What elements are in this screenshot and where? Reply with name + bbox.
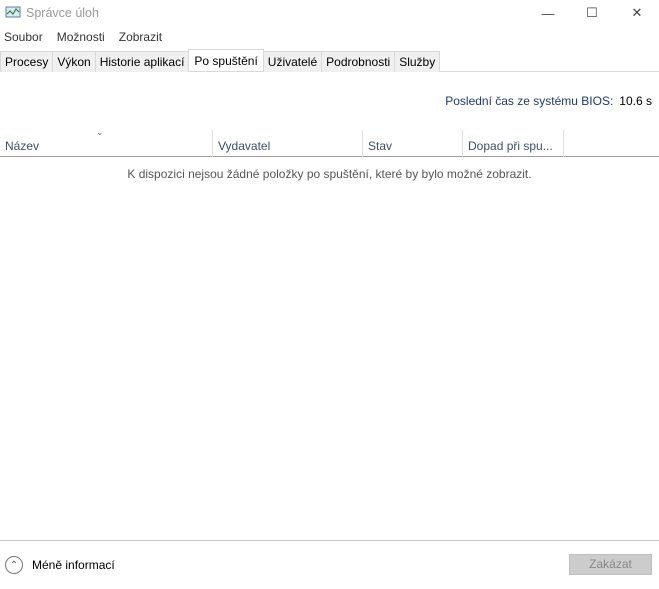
close-button[interactable]: ✕ bbox=[614, 0, 659, 26]
chevron-up-icon: ⌃ bbox=[5, 556, 23, 574]
table-header: ⌄ Název Vydavatel Stav Dopad při spu... bbox=[0, 127, 659, 157]
tab-app-history[interactable]: Historie aplikací bbox=[94, 51, 190, 72]
maximize-button[interactable]: ☐ bbox=[569, 0, 615, 26]
minimize-button[interactable]: — bbox=[525, 0, 571, 26]
tab-processes[interactable]: Procesy bbox=[0, 51, 54, 72]
empty-message: K dispozici nejsou žádné položky po spuš… bbox=[127, 167, 532, 181]
menu-options[interactable]: Možnosti bbox=[53, 30, 109, 44]
tab-bar: Procesy Výkon Historie aplikací Po spušt… bbox=[0, 49, 659, 72]
window-title: Správce úloh bbox=[26, 6, 99, 20]
menu-view[interactable]: Zobrazit bbox=[115, 30, 166, 44]
fewer-details-button[interactable]: ⌃ Méně informací bbox=[5, 556, 115, 574]
tab-startup[interactable]: Po spuštění bbox=[188, 49, 264, 71]
task-manager-icon bbox=[5, 6, 21, 18]
bios-time-label: Poslední čas ze systému BIOS: bbox=[445, 94, 614, 108]
bios-time-value: 10.6 s bbox=[619, 94, 652, 108]
tab-users[interactable]: Uživatelé bbox=[262, 51, 323, 72]
tab-services[interactable]: Služby bbox=[394, 51, 441, 72]
column-publisher[interactable]: Vydavatel bbox=[213, 130, 363, 157]
footer: ⌃ Méně informací Zakázat bbox=[0, 540, 659, 589]
fewer-details-label: Méně informací bbox=[32, 558, 115, 572]
column-status[interactable]: Stav bbox=[363, 130, 463, 157]
menu-file[interactable]: Soubor bbox=[0, 30, 47, 44]
tab-performance[interactable]: Výkon bbox=[52, 51, 96, 72]
disable-button[interactable]: Zakázat bbox=[569, 554, 652, 575]
tab-details[interactable]: Podrobnosti bbox=[321, 51, 396, 72]
sort-chevron-icon: ⌄ bbox=[96, 127, 104, 137]
column-startup-impact[interactable]: Dopad při spu... bbox=[463, 130, 564, 157]
column-name[interactable]: ⌄ Název bbox=[0, 127, 213, 157]
menu-bar: Soubor Možnosti Zobrazit bbox=[0, 30, 172, 44]
bios-time: Poslední čas ze systému BIOS: 10.6 s bbox=[445, 94, 652, 108]
title-bar: Správce úloh — ☐ ✕ bbox=[0, 0, 659, 26]
